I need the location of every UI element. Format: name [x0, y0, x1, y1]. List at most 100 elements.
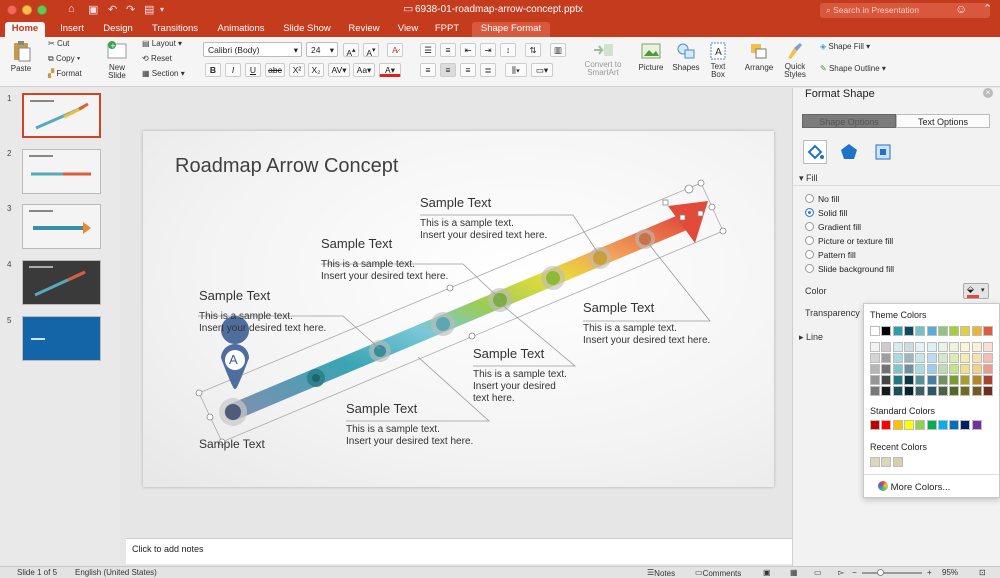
- theme-shade-swatch[interactable]: [983, 342, 993, 352]
- tab-design[interactable]: Design: [99, 22, 137, 37]
- customize-toolbar-icon[interactable]: ▾: [160, 5, 164, 14]
- normal-view-icon[interactable]: ▣: [763, 568, 771, 577]
- tab-insert[interactable]: Insert: [54, 22, 90, 37]
- theme-color-swatch[interactable]: [983, 326, 993, 336]
- theme-shade-swatch[interactable]: [915, 353, 926, 363]
- close-window-button[interactable]: [7, 5, 17, 15]
- smiley-icon[interactable]: ☺: [955, 2, 967, 16]
- theme-color-swatch[interactable]: [926, 326, 937, 336]
- line-section-header[interactable]: ▸ Line: [799, 332, 823, 343]
- text-block-3[interactable]: Sample Text This is a sample text. Inser…: [420, 195, 547, 242]
- standard-color-swatch[interactable]: [892, 420, 903, 430]
- standard-color-swatch[interactable]: [926, 420, 937, 430]
- theme-shade-swatch[interactable]: [870, 342, 880, 352]
- tab-shape-format[interactable]: Shape Format: [472, 22, 550, 37]
- theme-shade-swatch[interactable]: [937, 364, 948, 374]
- theme-color-swatch[interactable]: [949, 326, 960, 336]
- language-indicator[interactable]: English (United States): [75, 568, 157, 577]
- minimize-window-button[interactable]: [22, 5, 32, 15]
- text-block-1[interactable]: Sample Text This is a sample text. Inser…: [199, 288, 326, 335]
- picture-button[interactable]: Picture: [635, 41, 667, 72]
- theme-shade-swatch[interactable]: [949, 342, 960, 352]
- align-right-icon[interactable]: ≡: [460, 63, 476, 77]
- notes-pane[interactable]: Click to add notes: [126, 538, 792, 564]
- text-block-6[interactable]: Sample Text This is a sample text. Inser…: [346, 401, 473, 448]
- slide-thumbnail-1[interactable]: [22, 93, 101, 138]
- standard-color-swatch[interactable]: [971, 420, 982, 430]
- slide-thumbnail-3[interactable]: [22, 204, 101, 249]
- theme-shade-swatch[interactable]: [949, 353, 960, 363]
- theme-shade-swatch[interactable]: [903, 375, 914, 385]
- tab-fppt[interactable]: FPPT: [432, 22, 462, 37]
- theme-shade-swatch[interactable]: [892, 386, 903, 396]
- theme-color-swatch[interactable]: [870, 326, 880, 336]
- copy-button[interactable]: ⧉ Copy ▾: [48, 54, 80, 64]
- theme-color-swatch[interactable]: [971, 326, 982, 336]
- theme-shade-swatch[interactable]: [870, 364, 880, 374]
- theme-shade-swatch[interactable]: [949, 375, 960, 385]
- slide-sorter-icon[interactable]: ▦: [790, 568, 798, 577]
- theme-shade-swatch[interactable]: [870, 386, 880, 396]
- line-spacing-icon[interactable]: ↕: [500, 43, 516, 57]
- radio-pattern-fill[interactable]: [805, 250, 814, 259]
- zoom-level[interactable]: 95%: [942, 568, 958, 577]
- columns-icon[interactable]: ▥: [550, 43, 566, 57]
- slide-thumbnail-5[interactable]: [22, 316, 101, 361]
- home-icon[interactable]: ⌂: [68, 3, 75, 15]
- slideshow-icon[interactable]: ▤: [144, 3, 154, 16]
- more-colors-button[interactable]: More Colors...: [878, 481, 950, 493]
- increase-indent-icon[interactable]: ⇥: [480, 43, 496, 57]
- theme-shade-swatch[interactable]: [903, 386, 914, 396]
- slideshow-view-icon[interactable]: ▻: [838, 568, 844, 577]
- maximize-window-button[interactable]: [37, 5, 47, 15]
- theme-color-swatch[interactable]: [881, 326, 892, 336]
- theme-color-swatch[interactable]: [915, 326, 926, 336]
- theme-shade-swatch[interactable]: [926, 353, 937, 363]
- slide-canvas[interactable]: Roadmap Arrow Concept A Sample Text This…: [143, 131, 774, 487]
- quick-styles-button[interactable]: Quick Styles: [780, 41, 810, 79]
- standard-color-swatch[interactable]: [881, 420, 892, 430]
- radio-no-fill[interactable]: [805, 194, 814, 203]
- align-left-icon[interactable]: ≡: [420, 63, 436, 77]
- decrease-indent-icon[interactable]: ⇤: [460, 43, 476, 57]
- character-spacing-button[interactable]: AV▾: [328, 63, 350, 77]
- standard-color-swatch[interactable]: [903, 420, 914, 430]
- radio-solid-fill[interactable]: [805, 208, 814, 217]
- theme-shade-swatch[interactable]: [960, 364, 971, 374]
- theme-shade-swatch[interactable]: [949, 364, 960, 374]
- subscript-button[interactable]: X₂: [308, 63, 324, 77]
- text-block-2[interactable]: Sample Text This is a sample text. Inser…: [321, 236, 448, 283]
- align-text-icon[interactable]: ⫼▾: [505, 63, 527, 77]
- radio-picture-fill[interactable]: [805, 236, 814, 245]
- notes-button[interactable]: ☰ Notes: [647, 568, 675, 578]
- theme-shade-swatch[interactable]: [926, 342, 937, 352]
- theme-shade-swatch[interactable]: [971, 375, 982, 385]
- theme-shade-swatch[interactable]: [971, 353, 982, 363]
- size-properties-tab[interactable]: [873, 142, 893, 164]
- theme-shade-swatch[interactable]: [881, 353, 892, 363]
- theme-color-swatch[interactable]: [903, 326, 914, 336]
- theme-shade-swatch[interactable]: [937, 375, 948, 385]
- effects-tab[interactable]: [839, 142, 859, 164]
- superscript-button[interactable]: X²: [289, 63, 305, 77]
- shape-fill-button[interactable]: ◈ Shape Fill ▾: [820, 42, 870, 51]
- theme-shade-swatch[interactable]: [960, 375, 971, 385]
- reading-view-icon[interactable]: ▭: [814, 568, 822, 577]
- theme-shade-swatch[interactable]: [926, 364, 937, 374]
- save-icon[interactable]: ▣: [88, 3, 98, 16]
- fill-line-tab[interactable]: [803, 140, 827, 164]
- theme-shade-swatch[interactable]: [971, 386, 982, 396]
- clear-formatting-icon[interactable]: A̷: [387, 43, 403, 57]
- tab-view[interactable]: View: [393, 22, 423, 37]
- theme-color-swatch[interactable]: [937, 326, 948, 336]
- paste-button[interactable]: Paste: [6, 40, 36, 73]
- theme-shade-swatch[interactable]: [903, 364, 914, 374]
- theme-shade-swatch[interactable]: [937, 342, 948, 352]
- theme-shade-swatch[interactable]: [915, 375, 926, 385]
- layout-button[interactable]: ▤ Layout ▾: [142, 39, 182, 48]
- font-name-combo[interactable]: Calibri (Body) ▾: [203, 42, 302, 57]
- smartart-small-icon[interactable]: ▭▾: [531, 63, 553, 77]
- theme-shade-swatch[interactable]: [870, 375, 880, 385]
- theme-shade-swatch[interactable]: [903, 342, 914, 352]
- theme-shade-swatch[interactable]: [983, 364, 993, 374]
